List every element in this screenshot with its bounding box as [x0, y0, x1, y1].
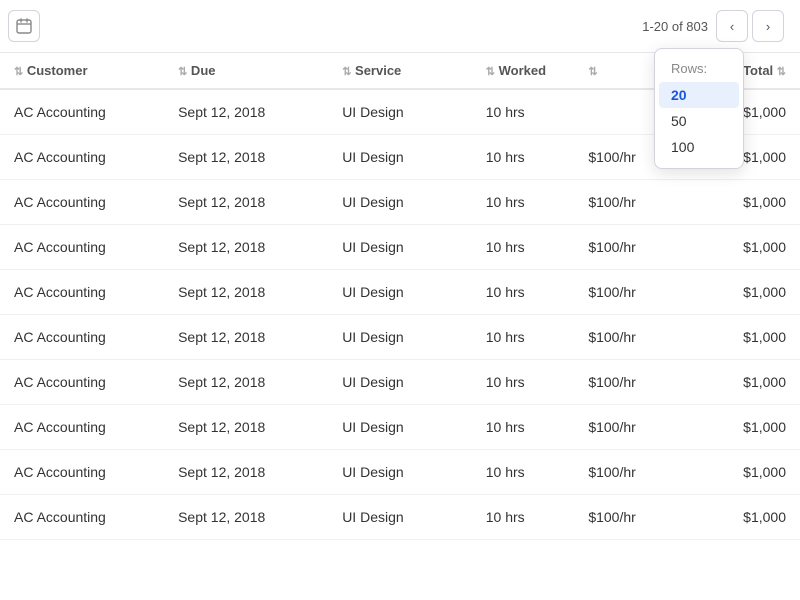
cell-service: UI Design [328, 360, 472, 405]
cell-total: $1,000 [697, 495, 800, 540]
cell-service: UI Design [328, 180, 472, 225]
cell-service: UI Design [328, 89, 472, 135]
col-header-due[interactable]: ⇅ Due [164, 53, 328, 89]
sort-icon-rate: ⇅ [588, 66, 597, 78]
rows-option-100[interactable]: 100 [655, 134, 743, 160]
cell-customer: AC Accounting [0, 225, 164, 270]
cell-rate: $100/hr [574, 495, 697, 540]
cell-customer: AC Accounting [0, 135, 164, 180]
table-row[interactable]: AC AccountingSept 12, 2018UI Design10 hr… [0, 180, 800, 225]
chevron-right-icon: › [766, 19, 770, 34]
next-page-button[interactable]: › [752, 10, 784, 42]
cell-service: UI Design [328, 270, 472, 315]
cell-due: Sept 12, 2018 [164, 360, 328, 405]
sort-icon-due: ⇅ [178, 66, 187, 78]
cell-service: UI Design [328, 405, 472, 450]
prev-page-button[interactable]: ‹ [716, 10, 748, 42]
rows-option-20[interactable]: 20 [659, 82, 739, 108]
rows-popup: Rows: 20 50 100 [654, 48, 744, 169]
cell-worked: 10 hrs [472, 495, 575, 540]
cell-customer: AC Accounting [0, 360, 164, 405]
table-row[interactable]: AC AccountingSept 12, 2018UI Design10 hr… [0, 315, 800, 360]
cell-due: Sept 12, 2018 [164, 450, 328, 495]
cell-worked: 10 hrs [472, 360, 575, 405]
col-header-worked[interactable]: ⇅ Worked [472, 53, 575, 89]
rows-label: Rows: [655, 57, 743, 82]
chevron-left-icon: ‹ [730, 19, 734, 34]
cell-service: UI Design [328, 315, 472, 360]
table-row[interactable]: AC AccountingSept 12, 2018UI Design10 hr… [0, 405, 800, 450]
cell-rate: $100/hr [574, 270, 697, 315]
table-row[interactable]: AC AccountingSept 12, 2018UI Design10 hr… [0, 495, 800, 540]
cell-rate: $100/hr [574, 360, 697, 405]
cell-rate: $100/hr [574, 315, 697, 360]
cell-worked: 10 hrs [472, 135, 575, 180]
cell-customer: AC Accounting [0, 270, 164, 315]
cell-service: UI Design [328, 135, 472, 180]
cell-total: $1,000 [697, 270, 800, 315]
cell-customer: AC Accounting [0, 180, 164, 225]
cell-total: $1,000 [697, 450, 800, 495]
cell-due: Sept 12, 2018 [164, 135, 328, 180]
cell-worked: 10 hrs [472, 315, 575, 360]
cell-due: Sept 12, 2018 [164, 270, 328, 315]
cell-service: UI Design [328, 450, 472, 495]
cell-customer: AC Accounting [0, 89, 164, 135]
cell-customer: AC Accounting [0, 450, 164, 495]
cell-due: Sept 12, 2018 [164, 495, 328, 540]
cell-worked: 10 hrs [472, 180, 575, 225]
cell-due: Sept 12, 2018 [164, 315, 328, 360]
calendar-button[interactable] [8, 10, 40, 42]
cell-worked: 10 hrs [472, 89, 575, 135]
table-row[interactable]: AC AccountingSept 12, 2018UI Design10 hr… [0, 225, 800, 270]
table-row[interactable]: AC AccountingSept 12, 2018UI Design10 hr… [0, 270, 800, 315]
cell-due: Sept 12, 2018 [164, 89, 328, 135]
cell-customer: AC Accounting [0, 405, 164, 450]
pagination-controls: ‹ › [716, 10, 784, 42]
col-header-service[interactable]: ⇅ Service [328, 53, 472, 89]
cell-total: $1,000 [697, 405, 800, 450]
sort-icon-service: ⇅ [342, 66, 351, 78]
calendar-icon [16, 18, 32, 34]
table-row[interactable]: AC AccountingSept 12, 2018UI Design10 hr… [0, 360, 800, 405]
sort-icon-customer: ⇅ [14, 66, 23, 78]
cell-rate: $100/hr [574, 450, 697, 495]
cell-rate: $100/hr [574, 405, 697, 450]
rows-option-50[interactable]: 50 [655, 108, 743, 134]
cell-total: $1,000 [697, 180, 800, 225]
table-row[interactable]: AC AccountingSept 12, 2018UI Design10 hr… [0, 450, 800, 495]
cell-service: UI Design [328, 225, 472, 270]
cell-rate: $100/hr [574, 180, 697, 225]
cell-due: Sept 12, 2018 [164, 405, 328, 450]
sort-icon-worked: ⇅ [486, 66, 495, 78]
cell-worked: 10 hrs [472, 405, 575, 450]
top-bar: 1-20 of 803 ‹ › Rows: 20 50 100 [0, 0, 800, 53]
col-header-customer[interactable]: ⇅ Customer [0, 53, 164, 89]
cell-service: UI Design [328, 495, 472, 540]
cell-due: Sept 12, 2018 [164, 225, 328, 270]
cell-total: $1,000 [697, 315, 800, 360]
cell-rate: $100/hr [574, 225, 697, 270]
cell-worked: 10 hrs [472, 225, 575, 270]
pagination-info: 1-20 of 803 [642, 19, 708, 34]
cell-customer: AC Accounting [0, 495, 164, 540]
cell-total: $1,000 [697, 360, 800, 405]
cell-worked: 10 hrs [472, 450, 575, 495]
sort-icon-total: ⇅ [777, 66, 786, 78]
cell-total: $1,000 [697, 225, 800, 270]
cell-worked: 10 hrs [472, 270, 575, 315]
cell-due: Sept 12, 2018 [164, 180, 328, 225]
cell-customer: AC Accounting [0, 315, 164, 360]
